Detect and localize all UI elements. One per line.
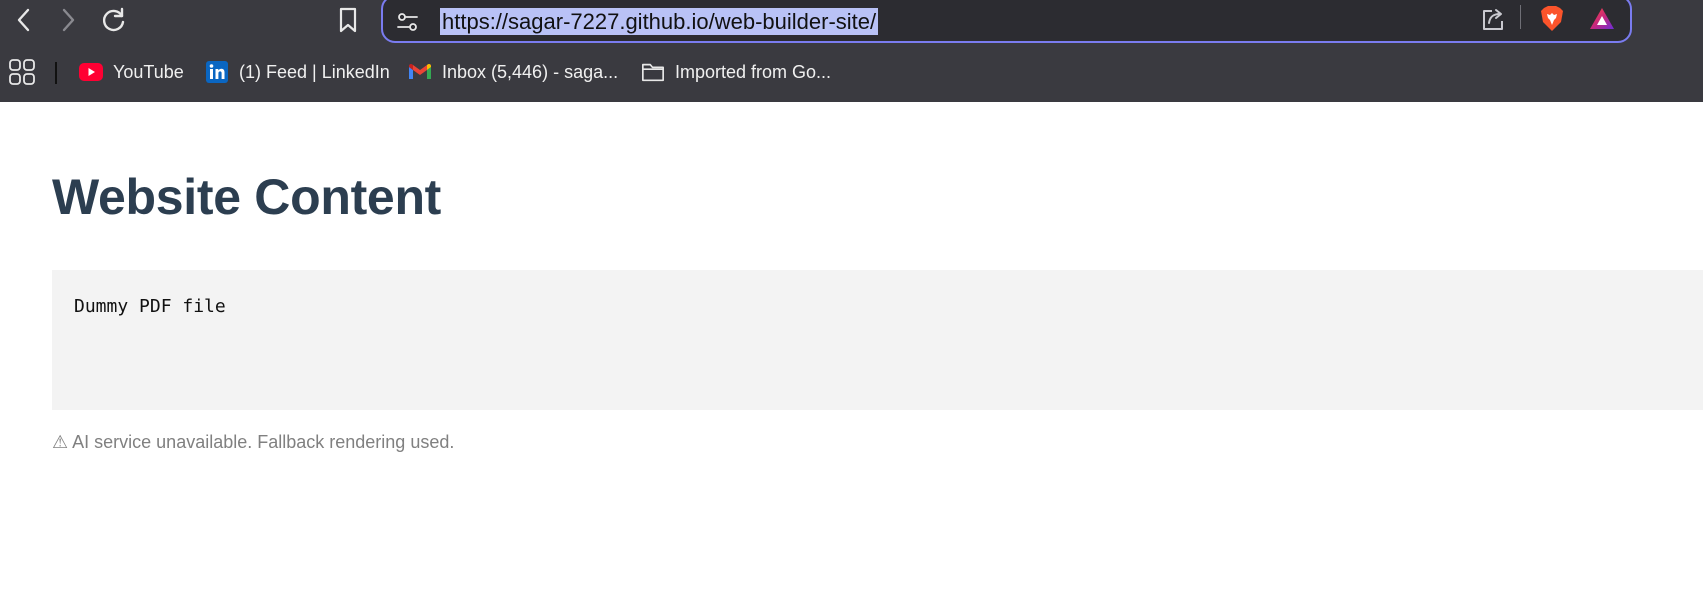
bookmark-gmail[interactable]: Inbox (5,446) - saga...: [408, 56, 618, 88]
reload-button[interactable]: [96, 2, 132, 38]
reload-icon: [102, 7, 125, 32]
tune-icon: [397, 13, 418, 31]
linkedin-icon: [205, 60, 229, 84]
bookmark-youtube[interactable]: YouTube: [79, 56, 184, 88]
back-button[interactable]: [6, 2, 42, 38]
bookmark-label: Inbox (5,446) - saga...: [442, 61, 619, 82]
fallback-notice: ⚠ AI service unavailable. Fallback rende…: [52, 432, 455, 452]
content-box: Dummy PDF file: [52, 270, 1703, 410]
content-text: Dummy PDF file: [74, 296, 226, 317]
url-bar-divider: [1520, 5, 1521, 29]
browser-chrome: https://sagar-7227.github.io/web-builder…: [0, 0, 1703, 102]
share-button[interactable]: [1476, 3, 1508, 35]
bookmark-label: (1) Feed | LinkedIn: [239, 61, 390, 82]
bookmark-label: YouTube: [113, 61, 184, 82]
brave-rewards-button[interactable]: [1586, 3, 1618, 35]
bookmarks-divider: [55, 62, 57, 84]
gmail-icon: [408, 60, 432, 84]
page-title: Website Content: [52, 169, 442, 225]
bookmark-label: Imported from Go...: [675, 61, 832, 82]
bookmark-folder-imported[interactable]: Imported from Go...: [641, 56, 831, 88]
share-icon: [1483, 9, 1503, 30]
triangle-rewards-icon: [1590, 8, 1614, 29]
bookmark-icon: [339, 7, 357, 33]
chevron-left-icon: [17, 8, 30, 32]
url-text[interactable]: https://sagar-7227.github.io/web-builder…: [440, 8, 879, 35]
brave-lion-icon: [1541, 6, 1563, 31]
bookmark-linkedin[interactable]: (1) Feed | LinkedIn: [205, 56, 390, 88]
site-settings-button[interactable]: [395, 11, 421, 33]
bookmarks-bar: YouTube (1) Feed | LinkedIn Inbox (5,446…: [0, 52, 1703, 92]
address-bar[interactable]: https://sagar-7227.github.io/web-builder…: [381, 0, 1632, 43]
folder-icon: [641, 60, 665, 84]
apps-button[interactable]: [8, 58, 36, 86]
chevron-right-icon: [62, 8, 75, 32]
youtube-icon: [79, 60, 103, 84]
bookmark-page-button[interactable]: [330, 2, 366, 38]
apps-grid-icon: [9, 59, 35, 85]
forward-button[interactable]: [50, 2, 86, 38]
brave-shields-button[interactable]: [1536, 3, 1568, 35]
